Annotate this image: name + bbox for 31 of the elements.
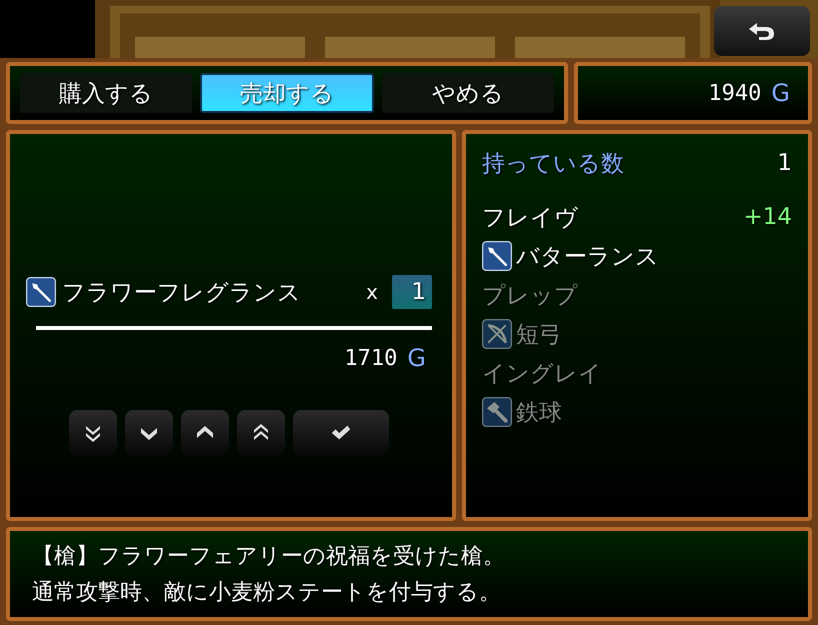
money-amount: 1940 <box>708 80 762 106</box>
actor-name: イングレイ <box>482 360 602 388</box>
description-text: 通常攻撃時、敵に小麦粉ステートを付与する。 <box>32 579 502 607</box>
decrease-button[interactable] <box>125 410 173 456</box>
decrease-ten-button[interactable] <box>69 410 117 456</box>
spear-icon <box>26 277 56 307</box>
actor-name: フレイヴ <box>482 204 578 232</box>
times-sign: x <box>366 280 378 304</box>
confirm-button[interactable] <box>293 410 389 456</box>
actor-name: プレップ <box>482 282 578 310</box>
item-name: フラワーフレグランス <box>62 278 302 308</box>
spear-icon <box>482 241 512 271</box>
weapon-name: 短弓 <box>516 320 562 350</box>
weapon-name: 鉄球 <box>516 398 562 428</box>
increase-ten-button[interactable] <box>237 410 285 456</box>
possession-count: 1 <box>777 150 792 176</box>
currency-unit: G <box>771 79 790 107</box>
currency-unit: G <box>407 344 426 372</box>
axe-icon <box>482 397 512 427</box>
command-tab[interactable]: やめる <box>382 73 554 113</box>
stat-change: +14 <box>743 204 792 230</box>
total-price: 1710 <box>344 346 398 370</box>
increase-button[interactable] <box>181 410 229 456</box>
command-tab[interactable]: 購入する <box>20 73 192 113</box>
back-button[interactable] <box>714 6 810 56</box>
quantity-field[interactable]: 1 <box>392 275 432 309</box>
weapon-name: バターランス <box>516 242 659 272</box>
description-text: 【槍】フラワーフェアリーの祝福を受けた槍。 <box>32 543 506 571</box>
possession-label: 持っている数 <box>482 150 624 178</box>
bow-icon <box>482 319 512 349</box>
back-icon <box>747 21 777 41</box>
